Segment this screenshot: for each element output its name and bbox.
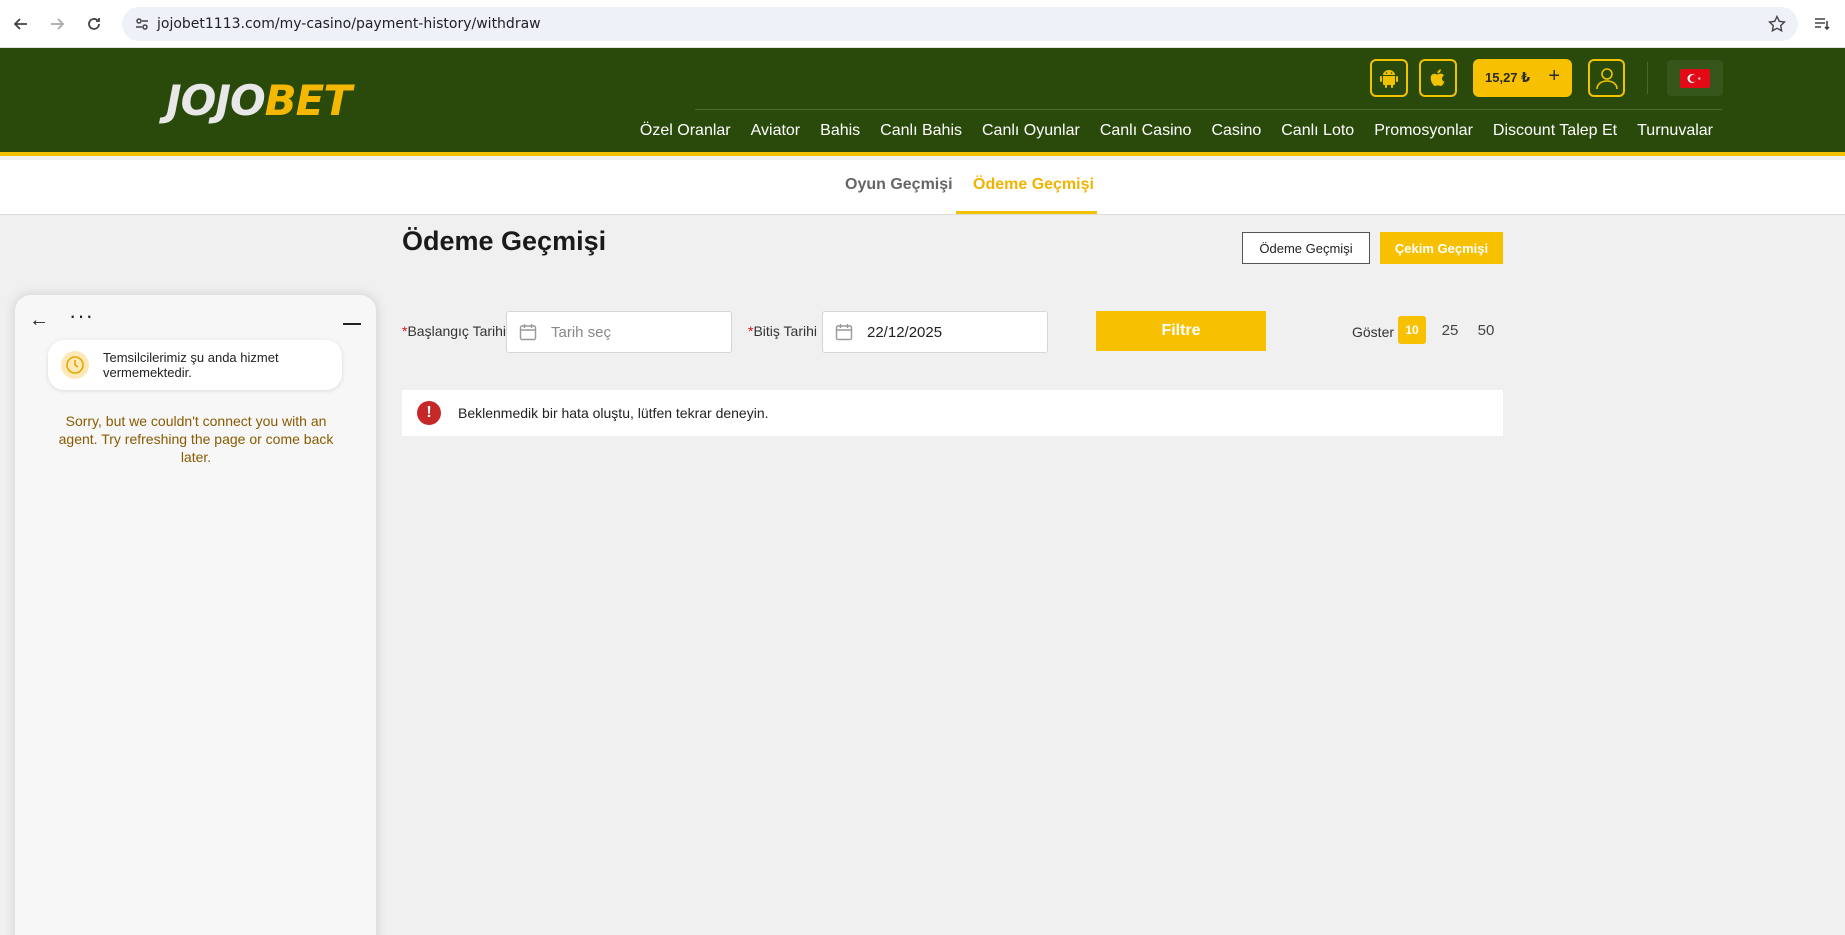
page-size-10[interactable]: 10 — [1398, 316, 1426, 344]
header-divider — [1647, 62, 1648, 94]
reading-list-icon[interactable] — [1810, 12, 1834, 36]
payment-history-button[interactable]: Ödeme Geçmişi — [1242, 232, 1370, 264]
end-date-label-text: Bitiş Tarihi — [753, 323, 817, 339]
site-logo[interactable]: JOJOBET — [166, 76, 352, 125]
chat-status-notice: Temsilcilerimiz şu anda hizmet vermemekt… — [48, 340, 342, 390]
error-icon: ! — [417, 401, 441, 425]
error-message: Beklenmedik bir hata oluştu, lütfen tekr… — [458, 405, 769, 421]
site-header: JOJOBET 15,27 ₺ + Özel Oranlar Aviator B… — [0, 48, 1845, 156]
chat-minimize-icon[interactable] — [343, 323, 361, 325]
nav-item-bahis[interactable]: Bahis — [820, 122, 860, 140]
withdraw-history-button[interactable]: Çekim Geçmişi — [1380, 232, 1503, 264]
end-date-label: *Bitiş Tarihi — [748, 323, 817, 339]
page-title: Ödeme Geçmişi — [402, 226, 607, 256]
calendar-icon — [519, 324, 537, 341]
deposit-plus-icon[interactable]: + — [1548, 65, 1560, 88]
chat-notice-text: Temsilcilerimiz şu anda hizmet vermemekt… — [103, 350, 279, 380]
active-tab-underline — [956, 211, 1097, 214]
user-icon — [1595, 68, 1618, 90]
browser-toolbar: jojobet1113.com/my-casino/payment-histor… — [0, 0, 1845, 48]
main-navigation: Özel Oranlar Aviator Bahis Canlı Bahis C… — [640, 122, 1713, 140]
nav-item-canli-casino[interactable]: Canlı Casino — [1100, 122, 1192, 140]
error-alert: ! Beklenmedik bir hata oluştu, lütfen te… — [402, 390, 1503, 436]
nav-item-aviator[interactable]: Aviator — [751, 122, 801, 140]
address-bar[interactable]: jojobet1113.com/my-casino/payment-histor… — [122, 7, 1798, 41]
nav-item-canli-loto[interactable]: Canlı Loto — [1281, 122, 1354, 140]
ios-app-button[interactable] — [1419, 59, 1457, 97]
end-date-input[interactable]: 22/12/2025 — [822, 311, 1048, 353]
page-size-50[interactable]: 50 — [1472, 316, 1500, 344]
filter-button[interactable]: Filtre — [1096, 311, 1266, 351]
forward-icon[interactable] — [45, 12, 69, 36]
start-date-label: *Başlangıç Tarihi — [402, 323, 506, 339]
tab-game-history[interactable]: Oyun Geçmişi — [845, 176, 953, 194]
nav-item-discount-talep-et[interactable]: Discount Talep Et — [1493, 122, 1617, 140]
balance-button[interactable]: 15,27 ₺ + — [1473, 59, 1572, 97]
chat-more-options-icon[interactable]: ··· — [69, 303, 94, 329]
reload-icon[interactable] — [82, 12, 106, 36]
bookmark-star-icon[interactable] — [1767, 14, 1787, 38]
chat-error-message: Sorry, but we couldn't connect you with … — [58, 413, 334, 465]
tab-payment-history[interactable]: Ödeme Geçmişi — [973, 176, 1094, 194]
start-date-placeholder: Tarih seç — [551, 323, 612, 341]
live-chat-widget: ← ··· Temsilcilerimiz şu anda hizmet ver… — [15, 295, 376, 935]
chat-back-icon[interactable]: ← — [29, 309, 49, 332]
history-subtabs: Oyun Geçmişi Ödeme Geçmişi — [0, 160, 1845, 215]
balance-amount: 15,27 ₺ — [1485, 70, 1531, 85]
site-settings-icon[interactable] — [134, 16, 150, 37]
calendar-icon — [835, 324, 853, 341]
user-account-button[interactable] — [1588, 59, 1625, 97]
nav-item-casino[interactable]: Casino — [1211, 122, 1261, 140]
page-size-25[interactable]: 25 — [1436, 316, 1464, 344]
back-icon[interactable] — [9, 12, 33, 36]
header-menu-divider — [695, 109, 1722, 110]
language-selector[interactable] — [1667, 60, 1723, 96]
logo-text-bet: BET — [264, 76, 352, 125]
clock-icon — [61, 351, 89, 379]
start-date-label-text: Başlangıç Tarihi — [407, 323, 507, 339]
nav-item-promosyonlar[interactable]: Promosyonlar — [1374, 122, 1473, 140]
android-app-button[interactable] — [1370, 59, 1408, 97]
apple-icon — [1430, 69, 1445, 86]
turkey-flag-icon — [1680, 68, 1710, 88]
nav-item-ozel-oranlar[interactable]: Özel Oranlar — [640, 122, 731, 140]
end-date-value: 22/12/2025 — [867, 323, 943, 341]
page-size-label: Göster — [1352, 324, 1395, 340]
logo-text-jojo: JOJO — [166, 76, 266, 125]
start-date-input[interactable]: Tarih seç — [506, 311, 732, 353]
nav-item-canli-bahis[interactable]: Canlı Bahis — [880, 122, 962, 140]
url-text: jojobet1113.com/my-casino/payment-histor… — [157, 16, 541, 32]
nav-item-turnuvalar[interactable]: Turnuvalar — [1637, 122, 1713, 140]
nav-item-canli-oyunlar[interactable]: Canlı Oyunlar — [982, 122, 1080, 140]
android-icon — [1380, 70, 1398, 88]
